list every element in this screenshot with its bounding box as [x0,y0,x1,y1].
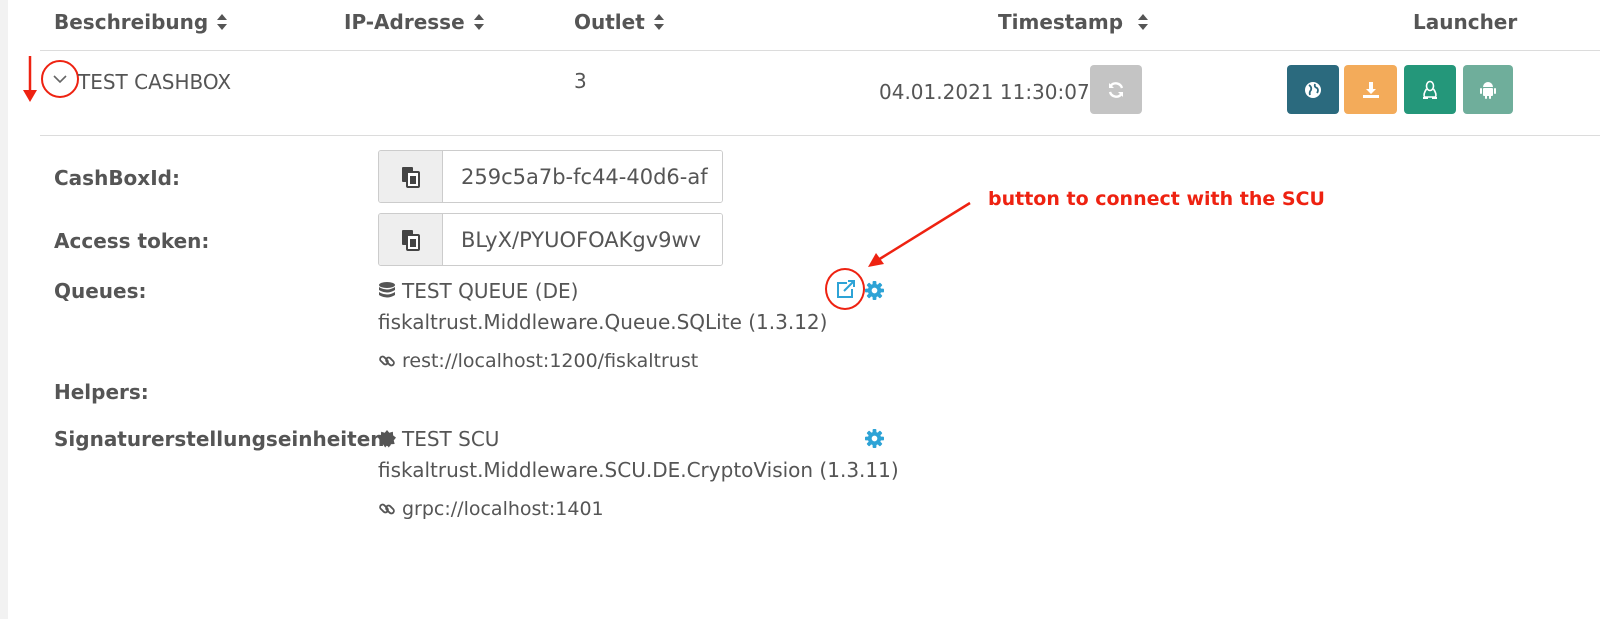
cashbox-id-field[interactable] [443,151,722,202]
queues-label: Queues: [54,279,147,303]
certificate-icon [378,430,396,448]
helpers-label: Helpers: [54,380,149,404]
header-divider [40,50,1600,51]
column-header-launcher: Launcher [1413,10,1517,34]
download-icon [1362,81,1379,98]
access-token-label: Access token: [54,229,210,253]
queue-name: TEST QUEUE (DE) [402,279,579,303]
copy-icon [401,166,420,188]
sort-icon [473,14,484,30]
external-link-icon[interactable] [835,280,857,300]
database-icon [379,282,395,298]
access-token-field[interactable] [443,214,722,265]
annotation-arrow [868,201,971,267]
column-header-ip[interactable]: IP-Adresse [344,10,485,34]
column-header-label: Outlet [574,10,645,34]
chevron-down-icon[interactable] [52,73,68,85]
scu-url-row: grpc://localhost:1401 [378,498,604,520]
annotation-text: button to connect with the SCU [988,188,1325,210]
linux-icon [1423,80,1437,99]
column-header-description[interactable]: Beschreibung [54,10,228,34]
column-header-timestamp[interactable]: Timestamp [998,10,1149,34]
gear-icon[interactable] [865,429,884,448]
launcher-windows-button[interactable] [1287,65,1339,114]
row-outlet: 3 [574,69,587,93]
copy-icon [401,229,420,251]
scu-url: grpc://localhost:1401 [402,498,604,520]
cashbox-id-group [378,150,723,203]
column-header-label: Timestamp [998,10,1124,34]
scu-name: TEST SCU [402,427,500,451]
copy-access-token-button[interactable] [379,214,443,265]
gear-icon[interactable] [865,281,884,300]
globe-icon [1305,81,1321,98]
sort-icon [217,14,228,30]
row-divider [40,135,1600,136]
link-icon [379,503,395,515]
cashbox-id-label: CashBoxId: [54,166,180,190]
column-header-label: Launcher [1413,10,1518,34]
left-sidebar-edge [0,0,8,619]
row-description[interactable]: TEST CASHBOX [78,70,231,94]
launcher-android-button[interactable] [1463,65,1513,114]
copy-cashbox-id-button[interactable] [379,151,443,202]
queue-package: fiskaltrust.Middleware.Queue.SQLite (1.3… [378,310,828,334]
queue-url: rest://localhost:1200/fiskaltrust [402,350,699,372]
launcher-download-button[interactable] [1344,65,1397,114]
queue-url-row: rest://localhost:1200/fiskaltrust [378,350,698,372]
scu-label: Signaturerstellungseinheiten: [54,427,393,451]
refresh-icon [1108,81,1124,98]
column-header-outlet[interactable]: Outlet [574,10,665,34]
sort-icon [1138,14,1149,30]
link-icon [379,355,395,367]
column-header-label: Beschreibung [54,10,209,34]
annotation-down-arrow [23,56,37,102]
row-timestamp: 04.01.2021 11:30:07 [879,80,1090,104]
access-token-group [378,213,723,266]
scu-name-row: TEST SCU [378,427,499,451]
refresh-button[interactable] [1090,65,1142,114]
launcher-linux-button[interactable] [1404,65,1456,114]
column-header-label: IP-Adresse [344,10,465,34]
android-icon [1480,81,1496,99]
scu-package: fiskaltrust.Middleware.SCU.DE.CryptoVisi… [378,458,899,482]
sort-icon [653,14,664,30]
queue-name-row: TEST QUEUE (DE) [378,279,578,303]
